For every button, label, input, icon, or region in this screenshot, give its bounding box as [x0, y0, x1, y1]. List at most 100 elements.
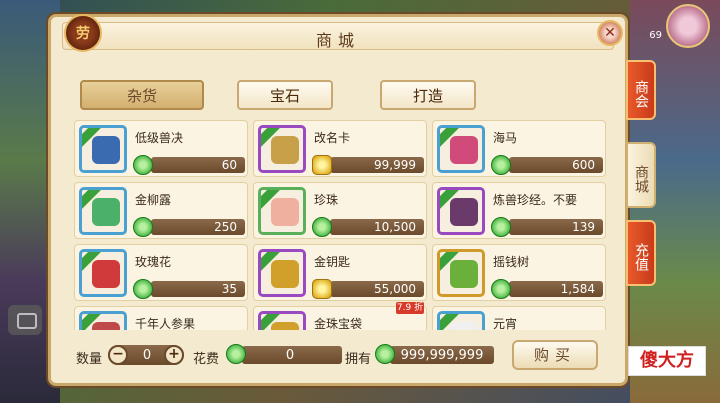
owned-value: 999,999,999	[400, 348, 484, 363]
shop-item[interactable]: 玫瑰花 35	[74, 244, 248, 301]
item-icon	[258, 311, 306, 330]
item-price-bar: 600	[509, 157, 603, 173]
item-glyph-icon	[271, 322, 299, 330]
item-icon	[79, 187, 127, 235]
green-coin-icon	[491, 279, 511, 299]
item-name: 金柳露	[135, 193, 172, 207]
green-coin-icon	[133, 217, 153, 237]
quantity-value[interactable]: 0	[134, 348, 160, 363]
watermark: 傻大方	[628, 346, 706, 376]
item-price: 10,500	[374, 220, 416, 234]
item-name: 炼兽珍经。不要	[493, 193, 578, 207]
item-icon	[79, 311, 127, 330]
green-coin-icon	[491, 217, 511, 237]
quantity-label: 数量	[76, 352, 103, 367]
item-price-bar: 35	[151, 281, 245, 297]
item-price: 55,000	[374, 282, 416, 296]
shop-item[interactable]: 金钥匙 55,000	[253, 244, 427, 301]
item-icon	[258, 125, 306, 173]
item-glyph-icon	[271, 198, 299, 226]
buy-button[interactable]: 购买	[512, 340, 598, 370]
item-price: 60	[221, 158, 237, 172]
cost-value: 0	[285, 348, 295, 363]
page-title: 商城	[315, 31, 360, 50]
item-price: 99,999	[374, 158, 416, 172]
green-coin-icon	[491, 155, 511, 175]
item-name: 玫瑰花	[135, 255, 172, 269]
item-icon	[437, 125, 485, 173]
item-name: 海马	[493, 131, 518, 145]
tab-forge[interactable]: 打造	[380, 80, 476, 110]
item-glyph-icon	[450, 260, 478, 288]
discount-badge: 7.9 折	[396, 302, 424, 314]
item-price: 250	[214, 220, 237, 234]
item-price: 139	[572, 220, 595, 234]
item-icon	[79, 125, 127, 173]
item-glyph-icon	[92, 260, 120, 288]
cost-label: 花费	[193, 352, 220, 367]
title-bar: 商城	[62, 22, 614, 50]
item-glyph-icon	[450, 136, 478, 164]
green-coin-icon	[133, 279, 153, 299]
shop-item[interactable]: 改名卡 99,999	[253, 120, 427, 177]
item-glyph-icon	[92, 198, 120, 226]
gold-ingot-icon	[312, 155, 332, 175]
item-glyph-icon	[271, 136, 299, 164]
side-tab-recharge[interactable]: 充值	[626, 220, 656, 286]
item-price-bar: 99,999	[330, 157, 424, 173]
item-price: 600	[572, 158, 595, 172]
item-glyph-icon	[92, 136, 120, 164]
shop-item[interactable]: 海马 600	[432, 120, 606, 177]
item-glyph-icon	[271, 260, 299, 288]
green-coin-icon	[133, 155, 153, 175]
item-icon	[79, 249, 127, 297]
shop-item[interactable]: 千年人参果	[74, 306, 248, 330]
player-avatar[interactable]	[666, 4, 710, 48]
item-name: 改名卡	[314, 131, 351, 145]
item-price-bar: 55,000	[330, 281, 424, 297]
item-name: 千年人参果	[135, 317, 196, 330]
shop-logo-icon: 劳	[64, 14, 102, 52]
shop-item[interactable]: 低级兽决 60	[74, 120, 248, 177]
item-price: 35	[221, 282, 237, 296]
close-icon: ✕	[604, 25, 616, 41]
item-glyph-icon	[92, 322, 120, 330]
item-icon	[258, 249, 306, 297]
side-tab-guild[interactable]: 商会	[626, 60, 656, 120]
item-name: 金钥匙	[314, 255, 351, 269]
item-icon	[258, 187, 306, 235]
logo-text: 劳	[76, 26, 90, 42]
shop-item[interactable]: 摇钱树 1,584	[432, 244, 606, 301]
quantity-minus-button[interactable]: −	[108, 345, 128, 365]
side-tab-mall[interactable]: 商城	[626, 142, 656, 208]
item-name: 珍珠	[314, 193, 339, 207]
item-icon	[437, 249, 485, 297]
item-grid: 低级兽决 60 改名卡 99,999 海马 600 金柳露 250 珍珠 10,500 炼兽珍经。不…	[74, 120, 610, 330]
quantity-plus-button[interactable]: +	[164, 345, 184, 365]
item-price-bar: 1,584	[509, 281, 603, 297]
item-glyph-icon	[450, 198, 478, 226]
tab-groceries[interactable]: 杂货	[80, 80, 204, 110]
owned-label: 拥有	[345, 352, 372, 367]
item-icon	[437, 311, 485, 330]
item-price-bar: 10,500	[330, 219, 424, 235]
item-price-bar: 139	[509, 219, 603, 235]
item-price-bar: 250	[151, 219, 245, 235]
shop-item[interactable]: 珍珠 10,500	[253, 182, 427, 239]
item-price-bar: 60	[151, 157, 245, 173]
shop-item[interactable]: 炼兽珍经。不要 139	[432, 182, 606, 239]
item-glyph-icon	[450, 322, 478, 330]
tab-gems[interactable]: 宝石	[237, 80, 333, 110]
gold-ingot-icon	[312, 279, 332, 299]
shop-item[interactable]: 元宵	[432, 306, 606, 330]
close-button[interactable]: ✕	[597, 20, 623, 46]
item-price: 1,584	[560, 282, 595, 296]
item-name: 低级兽决	[135, 131, 184, 145]
item-icon	[437, 187, 485, 235]
item-name: 金珠宝袋	[314, 317, 363, 330]
item-name: 摇钱树	[493, 255, 530, 269]
item-name: 元宵	[493, 317, 518, 330]
chat-icon[interactable]	[8, 305, 42, 335]
green-coin-icon	[312, 217, 332, 237]
shop-item[interactable]: 金柳露 250	[74, 182, 248, 239]
